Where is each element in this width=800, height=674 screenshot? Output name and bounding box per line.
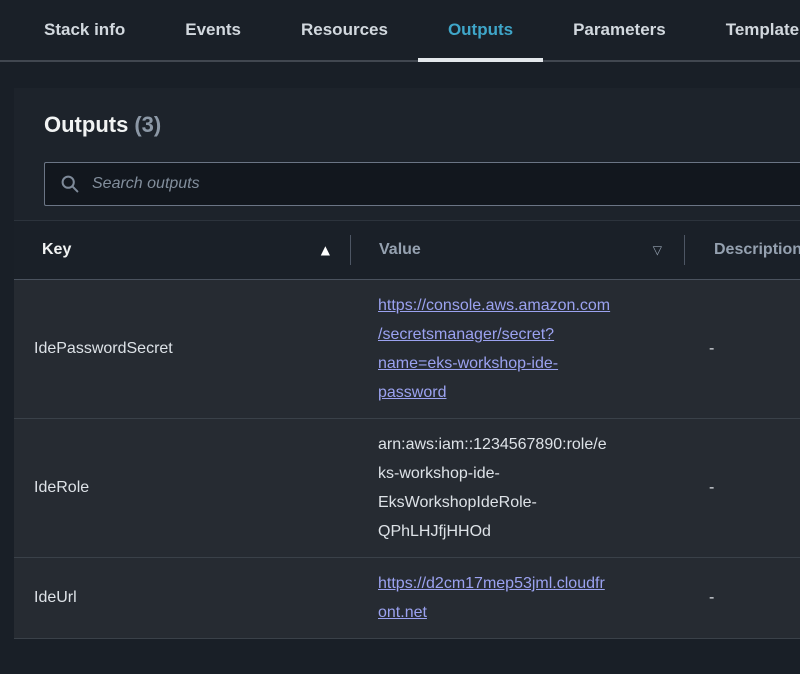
table-row: IdeRole arn:aws:iam::1234567890:role/eks… <box>14 419 800 558</box>
output-value-link[interactable]: https://d2cm17mep53jml.cloudfront.net <box>378 575 605 621</box>
tab-parameters[interactable]: Parameters <box>543 0 696 60</box>
tab-label: Parameters <box>573 20 666 40</box>
output-value-cell: https://console.aws.amazon.com/secretsma… <box>350 280 683 418</box>
tab-stack-info[interactable]: Stack info <box>14 0 155 60</box>
output-key-cell: IdeRole <box>14 419 350 557</box>
output-key-cell: IdePasswordSecret <box>14 280 350 418</box>
tab-label: Outputs <box>448 20 513 40</box>
output-value-cell: arn:aws:iam::1234567890:role/eks-worksho… <box>350 419 683 557</box>
table-row: IdePasswordSecret https://console.aws.am… <box>14 280 800 419</box>
table-row: IdeUrl https://d2cm17mep53jml.cloudfront… <box>14 558 800 639</box>
tab-template[interactable]: Template <box>696 0 800 60</box>
column-label-value: Value <box>379 241 421 259</box>
outputs-panel-header: Outputs(3) <box>14 88 800 220</box>
tab-label: Events <box>185 20 241 40</box>
column-header-value[interactable]: Value ▽ <box>351 241 684 259</box>
tab-outputs[interactable]: Outputs <box>418 0 543 60</box>
cloudformation-stack-page: { "tabs": { "items": [ { "label": "Stack… <box>0 0 800 674</box>
outputs-table-header: Key ▲ Value ▽ Description <box>14 220 800 280</box>
output-description-cell: - <box>683 419 800 557</box>
tab-events[interactable]: Events <box>155 0 271 60</box>
sort-ascending-icon[interactable]: ▲ <box>321 244 330 256</box>
output-description-cell: - <box>683 558 800 638</box>
output-description-cell: - <box>683 280 800 418</box>
page-title: Outputs <box>44 112 128 137</box>
column-header-description[interactable]: Description <box>685 241 800 259</box>
outputs-count: (3) <box>134 112 161 137</box>
output-value-text: arn:aws:iam::1234567890:role/eks-worksho… <box>378 436 607 540</box>
search-outputs-box[interactable] <box>44 162 800 206</box>
outputs-panel: Outputs(3) Key ▲ Value ▽ Description Ide… <box>14 88 800 639</box>
sort-descending-icon[interactable]: ▽ <box>653 244 662 256</box>
output-value-link[interactable]: https://console.aws.amazon.com/secretsma… <box>378 297 610 401</box>
panel-title-row: Outputs(3) <box>44 112 800 138</box>
column-header-key[interactable]: Key ▲ <box>14 241 350 259</box>
stack-tab-bar: Stack info Events Resources Outputs Para… <box>0 0 800 62</box>
tab-label: Stack info <box>44 20 125 40</box>
column-label-key: Key <box>42 241 71 259</box>
tab-label: Resources <box>301 20 388 40</box>
tab-label: Template <box>726 20 799 40</box>
output-key-cell: IdeUrl <box>14 558 350 638</box>
outputs-table-body: IdePasswordSecret https://console.aws.am… <box>14 280 800 639</box>
search-input[interactable] <box>92 175 800 193</box>
search-icon <box>60 174 80 194</box>
tab-resources[interactable]: Resources <box>271 0 418 60</box>
output-value-cell: https://d2cm17mep53jml.cloudfront.net <box>350 558 683 638</box>
column-label-description: Description <box>714 241 800 259</box>
